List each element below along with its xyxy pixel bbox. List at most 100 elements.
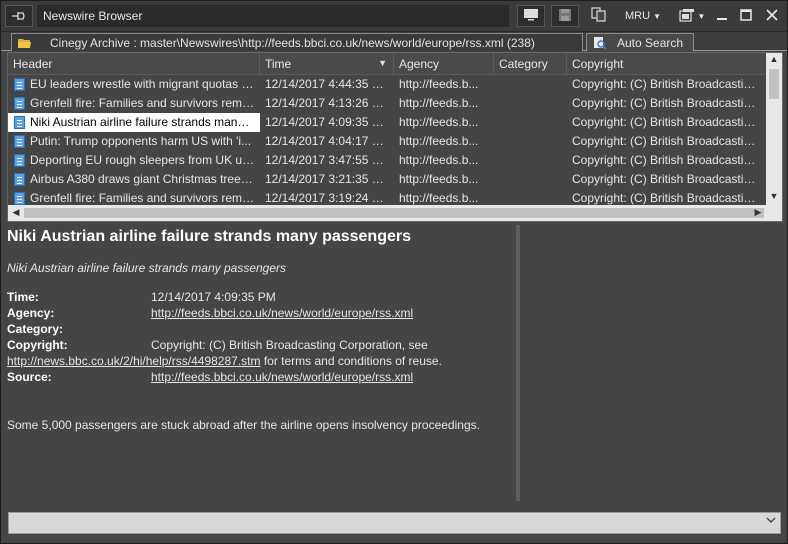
agency-link[interactable]: http://feeds.bbci.co.uk/news/world/europ… [151,306,413,320]
news-item-icon [14,97,25,110]
maximize-button[interactable] [737,5,755,27]
close-button[interactable] [763,5,781,27]
cell-agency: http://feeds.b... [399,172,479,186]
cell-header: Niki Austrian airline failure strands ma… [8,113,260,132]
cell-copyright: Copyright: (C) British Broadcastin... [572,172,761,186]
save-icon [558,8,572,25]
news-item-icon [14,192,25,205]
field-category: Category: [7,322,515,338]
column-header-agency[interactable]: Agency [394,53,494,75]
tab-auto-search-label: Auto Search [617,35,684,50]
source-link[interactable]: http://feeds.bbci.co.uk/news/world/europ… [151,370,413,384]
close-icon [766,8,778,24]
grid-rows: EU leaders wrestle with migrant quotas a… [8,75,765,208]
vertical-scrollbar[interactable]: ▲ ▼ [766,53,782,205]
tab-archive-label: Cinegy Archive : master\Newswires\http:/… [50,35,535,50]
table-row[interactable]: Deporting EU rough sleepers from UK unl.… [8,151,765,170]
field-time-label: Time: [7,290,39,304]
cell-category [494,170,567,189]
newswire-browser-window: Newswire Browser MRU ▼ ▼ Cinegy Archive … [0,0,788,544]
horizontal-scrollbar[interactable]: ◀ ▶ [8,205,782,221]
column-header-category[interactable]: Category [494,53,567,75]
horizontal-scroll-thumb[interactable] [24,208,764,218]
field-time-value: 12/14/2017 4:09:35 PM [151,290,276,304]
column-header-copyright[interactable]: Copyright [567,53,765,75]
minimize-button[interactable] [713,5,731,27]
window-title: Newswire Browser [37,5,509,27]
table-row[interactable]: Airbus A380 draws giant Christmas tree o… [8,170,765,189]
cell-time: 12/14/2017 4:13:26 PM [265,96,390,110]
folder-icon [16,36,32,50]
field-source: Source: http://feeds.bbci.co.uk/news/wor… [7,370,515,386]
cell-agency: http://feeds.b... [399,96,479,110]
news-item-icon [14,78,25,91]
cell-category [494,75,567,94]
layout-button[interactable]: ▼ [675,5,709,27]
cell-agency: http://feeds.b... [399,77,479,91]
news-item-icon [14,154,25,167]
chevron-down-icon: ▼ [653,11,661,21]
field-copyright-continued: http://news.bbc.co.uk/2/hi/help/rss/4498… [7,354,515,370]
cell-header: Putin: Trump opponents harm US with 'i..… [30,134,252,148]
mru-dropdown[interactable]: MRU ▼ [618,5,668,27]
field-category-label: Category: [7,322,64,336]
newswire-grid[interactable]: Header Time ▼ Agency Category Copyright … [7,52,783,222]
monitor-icon [523,8,539,24]
cell-agency: http://feeds.b... [399,134,479,148]
cell-category [494,132,567,151]
vertical-scroll-thumb[interactable] [769,69,779,99]
mru-label: MRU [625,10,651,22]
detail-summary: Niki Austrian airline failure strands ma… [7,261,287,275]
bottom-combo-box[interactable] [8,512,781,534]
layout-icon [678,8,695,25]
title-bar: Newswire Browser MRU ▼ ▼ [1,1,787,32]
detail-fields: Time: 12/14/2017 4:09:35 PM Agency: http… [7,290,515,386]
detail-pane: Niki Austrian airline failure strands ma… [7,227,515,507]
pin-icon[interactable] [5,5,33,27]
scroll-up-icon[interactable]: ▲ [766,54,782,64]
field-agency: Agency: http://feeds.bbci.co.uk/news/wor… [7,306,515,322]
scroll-down-icon[interactable]: ▼ [766,191,782,201]
copyright-terms-link[interactable]: http://news.bbc.co.uk/2/hi/help/rss/4498… [7,354,260,368]
copyright-continued: http://news.bbc.co.uk/2/hi/help/rss/4498… [7,354,442,368]
table-row[interactable]: Niki Austrian airline failure strands ma… [8,113,765,132]
cell-time: 12/14/2017 4:04:17 PM [265,134,390,148]
field-agency-label: Agency: [7,306,55,320]
cell-copyright: Copyright: (C) British Broadcastin... [572,153,761,167]
table-row[interactable]: EU leaders wrestle with migrant quotas a… [8,75,765,94]
detail-title: Niki Austrian airline failure strands ma… [7,228,411,245]
chevron-down-icon: ▼ [697,11,706,21]
cell-time: 12/14/2017 3:21:35 PM [265,172,390,186]
news-item-icon [14,173,25,186]
maximize-icon [740,8,752,24]
sort-descending-icon: ▼ [378,58,387,68]
grid-column-headers: Header Time ▼ Agency Category Copyright [8,53,765,75]
chevron-down-icon[interactable] [766,516,776,527]
field-copyright-label: Copyright: [7,338,68,352]
table-row[interactable]: Putin: Trump opponents harm US with 'i..… [8,132,765,151]
cell-category [494,94,567,113]
monitor-button[interactable] [517,5,545,27]
table-row[interactable]: Grenfell fire: Families and survivors re… [8,94,765,113]
pane-splitter[interactable] [516,225,520,501]
column-header-header[interactable]: Header [8,53,260,75]
field-source-label: Source: [7,370,52,384]
column-header-time-label: Time [265,57,292,71]
cell-copyright: Copyright: (C) British Broadcastin... [572,77,761,91]
tab-auto-search[interactable]: Auto Search [586,33,694,51]
detail-body: Some 5,000 passengers are stuck abroad a… [7,418,480,432]
copy-icon [591,7,607,25]
copyright-tail: for terms and conditions of reuse. [260,354,442,368]
cell-time: 12/14/2017 4:44:35 PM [265,77,390,91]
search-icon [591,36,607,50]
field-copyright-value: Copyright: (C) British Broadcasting Corp… [151,338,428,352]
copy-button[interactable] [585,5,613,27]
scroll-left-icon[interactable]: ◀ [8,207,24,218]
save-button[interactable] [551,5,579,27]
column-header-time[interactable]: Time ▼ [260,53,394,75]
cell-agency: http://feeds.b... [399,115,479,129]
news-item-icon [14,135,25,148]
tab-archive[interactable]: Cinegy Archive : master\Newswires\http:/… [11,33,583,51]
cell-time: 12/14/2017 3:47:55 PM [265,153,390,167]
scroll-right-icon[interactable]: ▶ [750,207,766,218]
